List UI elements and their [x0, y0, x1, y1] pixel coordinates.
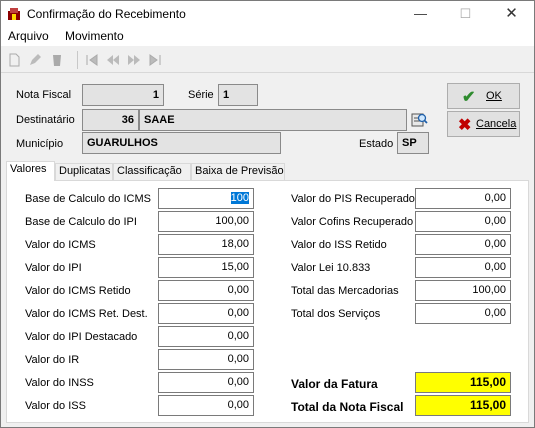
serie-field: 1 — [218, 84, 258, 106]
field-label: Valor do IPI — [25, 262, 82, 274]
valor-icms-ret-dest-input[interactable]: 0,00 — [158, 303, 254, 324]
valor-ipi-input[interactable]: 15,00 — [158, 257, 254, 278]
next-record-icon[interactable] — [126, 52, 142, 68]
lookup-search-icon[interactable] — [411, 111, 428, 128]
toolbar — [1, 47, 534, 73]
previous-record-icon[interactable] — [105, 52, 121, 68]
field-label: Valor do ISS — [25, 400, 86, 412]
valor-pis-recuperado-input[interactable]: 0,00 — [415, 188, 511, 209]
close-icon[interactable]: ✕ — [489, 1, 534, 27]
window-title: Confirmação do Recebimento — [27, 7, 186, 21]
valor-fatura-field: 115,00 — [415, 372, 511, 393]
ok-button[interactable]: ✔ OK — [447, 83, 520, 109]
receipt-confirmation-window: Confirmação do Recebimento — ☐ ✕ Arquivo… — [0, 0, 535, 428]
total-nota-fiscal-label: Total da Nota Fiscal — [291, 400, 404, 414]
field-label: Valor do ICMS — [25, 239, 96, 251]
serie-label: Série — [188, 89, 214, 101]
maximize-icon[interactable]: ☐ — [443, 1, 488, 27]
cancel-button[interactable]: ✖ Cancela — [447, 111, 520, 137]
field-label: Valor do PIS Recuperado — [291, 193, 415, 205]
tab-valores[interactable]: Valores — [6, 161, 55, 181]
selected-text: 100 — [230, 192, 249, 204]
field-label: Valor Lei 10.833 — [291, 262, 371, 274]
first-record-icon[interactable] — [84, 52, 100, 68]
field-label: Valor do ISS Retido — [291, 239, 387, 251]
nota-fiscal-field: 1 — [82, 84, 164, 106]
destinatario-label: Destinatário — [16, 114, 75, 126]
last-record-icon[interactable] — [147, 52, 163, 68]
valor-icms-input[interactable]: 18,00 — [158, 234, 254, 255]
estado-field: SP — [397, 132, 429, 154]
field-label: Total dos Serviços — [291, 308, 381, 320]
base-calculo-icms-input[interactable]: 100 — [158, 188, 254, 209]
valor-fatura-label: Valor da Fatura — [291, 377, 378, 391]
destinatario-code-field: 36 — [82, 109, 139, 131]
cancel-x-icon: ✖ — [458, 117, 472, 134]
menu-arquivo[interactable]: Arquivo — [8, 29, 49, 43]
valor-ipi-destacado-input[interactable]: 0,00 — [158, 326, 254, 347]
destinatario-name-field: SAAE — [139, 109, 407, 131]
minimize-icon[interactable]: — — [398, 1, 443, 27]
municipio-field: GUARULHOS — [82, 132, 281, 154]
edit-pencil-icon[interactable] — [27, 52, 43, 68]
tab-classificacao[interactable]: Classificação — [113, 163, 191, 180]
total-mercadorias-input[interactable]: 100,00 — [415, 280, 511, 301]
tab-baixa-de-previsao[interactable]: Baixa de Previsão — [191, 163, 285, 180]
tab-duplicatas[interactable]: Duplicatas — [55, 163, 113, 180]
cancel-button-label: Cancela — [476, 118, 517, 130]
base-calculo-ipi-input[interactable]: 100,00 — [158, 211, 254, 232]
valor-ir-input[interactable]: 0,00 — [158, 349, 254, 370]
valor-icms-retido-input[interactable]: 0,00 — [158, 280, 254, 301]
valor-iss-input[interactable]: 0,00 — [158, 395, 254, 416]
total-servicos-input[interactable]: 0,00 — [415, 303, 511, 324]
delete-icon[interactable] — [49, 52, 65, 68]
menu-bar: Arquivo Movimento — [1, 27, 534, 46]
total-nota-fiscal-field: 115,00 — [415, 395, 511, 416]
field-label: Valor Cofins Recuperado — [291, 216, 414, 228]
app-icon — [8, 8, 20, 20]
new-document-icon[interactable] — [6, 52, 22, 68]
estado-label: Estado — [359, 138, 394, 150]
valor-cofins-recuperado-input[interactable]: 0,00 — [415, 211, 511, 232]
field-label: Valor do INSS — [25, 377, 94, 389]
menu-movimento[interactable]: Movimento — [65, 29, 124, 43]
field-label: Total das Mercadorias — [291, 285, 399, 297]
nota-fiscal-label: Nota Fiscal — [16, 89, 72, 101]
valor-iss-retido-input[interactable]: 0,00 — [415, 234, 511, 255]
checkmark-icon: ✔ — [462, 89, 476, 106]
title-bar: Confirmação do Recebimento — ☐ ✕ — [1, 1, 534, 27]
municipio-label: Município — [16, 138, 64, 150]
field-label: Valor do IPI Destacado — [25, 331, 138, 343]
field-label: Valor do ICMS Ret. Dest. — [25, 308, 148, 320]
field-label: Valor do IR — [25, 354, 80, 366]
ok-button-label: OK — [486, 90, 502, 102]
valor-lei-10833-input[interactable]: 0,00 — [415, 257, 511, 278]
field-label: Base de Calculo do IPI — [25, 216, 137, 228]
valor-inss-input[interactable]: 0,00 — [158, 372, 254, 393]
field-label: Valor do ICMS Retido — [25, 285, 131, 297]
field-label: Base de Calculo do ICMS — [25, 193, 151, 205]
toolbar-separator — [77, 51, 78, 69]
